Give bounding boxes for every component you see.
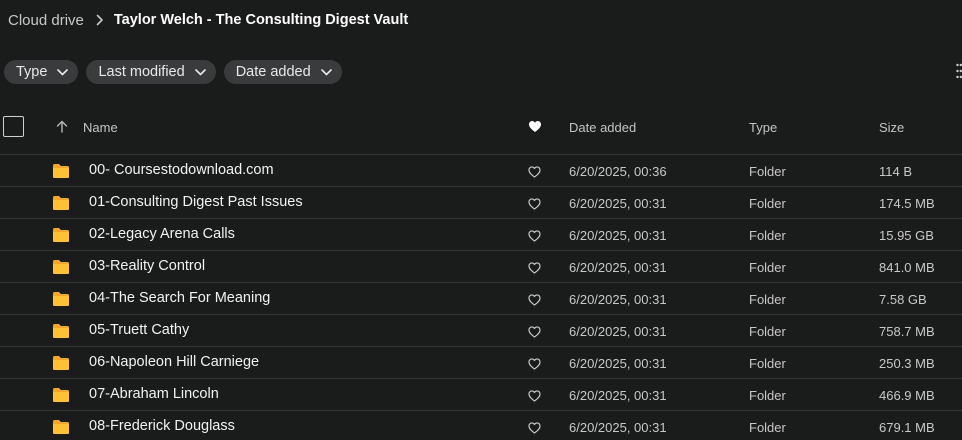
breadcrumb-root-link[interactable]: Cloud drive [8, 12, 84, 29]
folder-icon [52, 323, 70, 344]
chevron-down-icon [320, 68, 332, 75]
item-size: 174.5 MB [879, 196, 935, 211]
item-size: 114 B [879, 164, 913, 179]
heart-icon[interactable] [528, 229, 541, 247]
item-date-added: 6/20/2025, 00:31 [569, 388, 667, 403]
item-date-added: 6/20/2025, 00:31 [569, 260, 667, 275]
table-row[interactable]: 07-Abraham Lincoln 6/20/2025, 00:31 Folder… [0, 378, 962, 410]
item-type: Folder [749, 324, 786, 339]
table-row[interactable]: 03-Reality Control 6/20/2025, 00:31 Folder… [0, 250, 962, 282]
folder-icon [52, 291, 70, 312]
item-size: 7.58 GB [879, 292, 927, 307]
table-header: Name Date added Type Size [0, 108, 962, 146]
filter-bar: Type Last modified Date added [4, 60, 342, 84]
heart-icon[interactable] [528, 120, 542, 138]
filter-last-modified-label: Last modified [98, 64, 185, 80]
table-row[interactable]: 02-Legacy Arena Calls 6/20/2025, 00:31 Fol… [0, 218, 962, 250]
item-type: Folder [749, 292, 786, 307]
chevron-down-icon [57, 68, 69, 75]
breadcrumb-current-folder: Taylor Welch - The Consulting Digest Vau… [113, 12, 409, 28]
item-size: 758.7 MB [879, 324, 935, 339]
item-date-added: 6/20/2025, 00:31 [569, 228, 667, 243]
chevron-down-icon [194, 68, 206, 75]
heart-icon[interactable] [528, 357, 541, 375]
heart-icon[interactable] [528, 421, 541, 439]
chevron-right-icon [96, 14, 104, 26]
folder-icon [52, 227, 70, 248]
item-size: 15.95 GB [879, 228, 934, 243]
table-row[interactable]: 04-The Search For Meaning 6/20/2025, 00:3… [0, 282, 962, 314]
item-date-added: 6/20/2025, 00:31 [569, 356, 667, 371]
filter-type-label: Type [16, 64, 48, 80]
item-date-added: 6/20/2025, 00:31 [569, 196, 667, 211]
heart-icon[interactable] [528, 261, 541, 279]
column-header-name[interactable]: Name [83, 120, 118, 135]
heart-icon[interactable] [528, 165, 541, 183]
filter-date-added-label: Date added [235, 64, 311, 80]
heart-icon[interactable] [528, 389, 541, 407]
item-type: Folder [749, 164, 786, 179]
table-row[interactable]: 06-Napoleon Hill Carniege 6/20/2025, 00:3… [0, 346, 962, 378]
file-list: 00- Coursestodownload.com 6/20/2025, 00:3… [0, 154, 962, 440]
column-header-size[interactable]: Size [879, 120, 904, 135]
folder-icon [52, 163, 70, 184]
column-header-date-added[interactable]: Date added [569, 120, 636, 135]
filter-date-added-button[interactable]: Date added [223, 60, 342, 84]
table-row[interactable]: 01-Consulting Digest Past Issues 6/20/202… [0, 186, 962, 218]
table-row[interactable]: 00- Coursestodownload.com 6/20/2025, 00:3… [0, 154, 962, 186]
filter-last-modified-button[interactable]: Last modified [86, 60, 216, 84]
item-type: Folder [749, 260, 786, 275]
item-name[interactable]: 07-Abraham Lincoln [89, 386, 219, 402]
heart-icon[interactable] [528, 197, 541, 215]
item-date-added: 6/20/2025, 00:36 [569, 164, 667, 179]
item-name[interactable]: 06-Napoleon Hill Carniege [89, 354, 259, 370]
item-size: 679.1 MB [879, 420, 935, 435]
item-type: Folder [749, 228, 786, 243]
item-date-added: 6/20/2025, 00:31 [569, 324, 667, 339]
item-name[interactable]: 08-Frederick Douglass [89, 418, 235, 434]
table-row[interactable]: 08-Frederick Douglass 6/20/2025, 00:31 Fol… [0, 410, 962, 440]
table-row[interactable]: 05-Truett Cathy 6/20/2025, 00:31 Folder 758… [0, 314, 962, 346]
drag-handle-icon[interactable] [956, 62, 962, 80]
item-name[interactable]: 05-Truett Cathy [89, 322, 189, 338]
heart-icon[interactable] [528, 325, 541, 343]
filter-type-button[interactable]: Type [4, 60, 79, 84]
item-name[interactable]: 02-Legacy Arena Calls [89, 226, 235, 242]
item-name[interactable]: 01-Consulting Digest Past Issues [89, 194, 303, 210]
item-type: Folder [749, 196, 786, 211]
folder-icon [52, 259, 70, 280]
column-header-type[interactable]: Type [749, 120, 777, 135]
folder-icon [52, 419, 70, 440]
item-size: 841.0 MB [879, 260, 935, 275]
select-all-checkbox[interactable] [3, 116, 24, 137]
item-date-added: 6/20/2025, 00:31 [569, 420, 667, 435]
item-name[interactable]: 00- Coursestodownload.com [89, 162, 274, 178]
item-name[interactable]: 04-The Search For Meaning [89, 290, 270, 306]
item-type: Folder [749, 356, 786, 371]
folder-icon [52, 387, 70, 408]
folder-icon [52, 195, 70, 216]
item-type: Folder [749, 420, 786, 435]
arrow-up-icon[interactable] [56, 120, 68, 138]
item-size: 250.3 MB [879, 356, 935, 371]
item-size: 466.9 MB [879, 388, 935, 403]
folder-icon [52, 355, 70, 376]
breadcrumb: Cloud drive Taylor Welch - The Consultin… [8, 10, 408, 30]
item-type: Folder [749, 388, 786, 403]
item-name[interactable]: 03-Reality Control [89, 258, 205, 274]
heart-icon[interactable] [528, 293, 541, 311]
item-date-added: 6/20/2025, 00:31 [569, 292, 667, 307]
